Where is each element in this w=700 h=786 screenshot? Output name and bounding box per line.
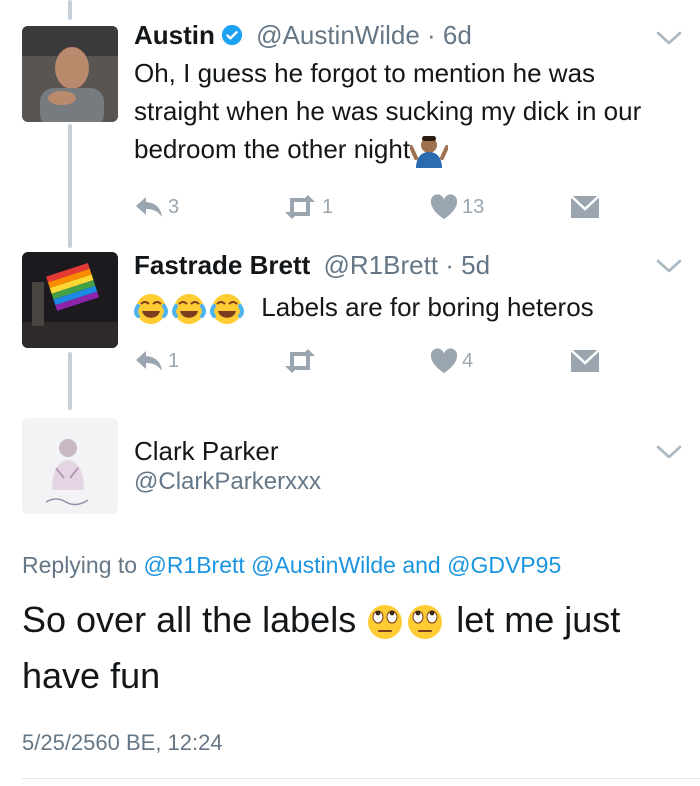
display-name[interactable]: Fastrade Brett [134,250,310,280]
chevron-down-icon[interactable] [656,444,682,460]
tears-of-joy-emoji-icon [134,292,244,327]
avatar[interactable] [22,418,118,514]
heart-icon [430,194,458,219]
like-count: 13 [462,195,485,218]
divider [22,778,700,779]
reply-count: 1 [168,349,180,372]
direct-message-button[interactable] [570,194,600,220]
tweet-header: Austin @AustinWilde · 6d [134,20,472,51]
replying-to: Replying to @R1Brett @AustinWilde and @G… [22,552,561,579]
tweet-header: Fastrade Brett @R1Brett · 5d [134,250,490,281]
tweet-text: Labels are for boring heteros [134,288,674,327]
tweet-time[interactable]: · 5d [445,250,490,280]
user-handle[interactable]: @AustinWilde [256,20,420,50]
tweet-text: Oh, I guess he forgot to mention he was … [134,54,674,169]
tweet-actions: 1 4 [134,348,604,378]
retweet-icon [285,349,315,373]
like-count: 4 [462,349,474,372]
retweet-button[interactable] [282,348,318,374]
display-name[interactable]: Clark Parker [134,436,278,467]
chevron-down-icon[interactable] [656,30,682,46]
heart-icon [430,348,458,373]
retweet-count: 1 [322,195,334,218]
focused-text-part1: So over all the labels [22,599,357,640]
focused-tweet-text: So over all the labels let me just have … [22,592,672,704]
thread-line-1 [68,124,72,248]
tweet-time[interactable]: · 6d [427,20,472,50]
eye-roll-emoji-icon [368,604,444,641]
thread-line-2 [68,352,72,410]
retweet-button[interactable]: 1 [282,194,333,220]
avatar[interactable] [22,26,118,122]
shrug-emoji-icon [410,136,449,169]
like-button[interactable]: 4 [430,348,473,374]
user-handle[interactable]: @R1Brett [324,250,439,280]
verified-badge-icon [221,24,242,46]
envelope-icon [570,195,600,218]
tweet-text-content: Labels are for boring heteros [261,292,594,322]
reply-button[interactable]: 1 [134,348,179,374]
replying-to-mentions[interactable]: @R1Brett @AustinWilde and @GDVP95 [143,552,561,578]
replying-to-label: Replying to [22,552,138,578]
tweet-timestamp[interactable]: 5/25/2560 BE, 12:24 [22,730,223,756]
chevron-down-icon[interactable] [656,258,682,274]
reply-icon [136,351,162,371]
tweet-text-content: Oh, I guess he forgot to mention he was … [134,58,642,164]
thread-line-top [68,0,72,20]
avatar[interactable] [22,252,118,348]
display-name[interactable]: Austin [134,20,215,50]
reply-count: 3 [168,195,180,218]
retweet-icon [285,195,315,219]
reply-button[interactable]: 3 [134,194,179,220]
tweet-actions: 3 1 13 [134,194,604,224]
like-button[interactable]: 13 [430,194,484,220]
direct-message-button[interactable] [570,348,600,374]
envelope-icon [570,349,600,372]
user-handle[interactable]: @ClarkParkerxxx [134,468,321,496]
reply-icon [136,197,162,217]
